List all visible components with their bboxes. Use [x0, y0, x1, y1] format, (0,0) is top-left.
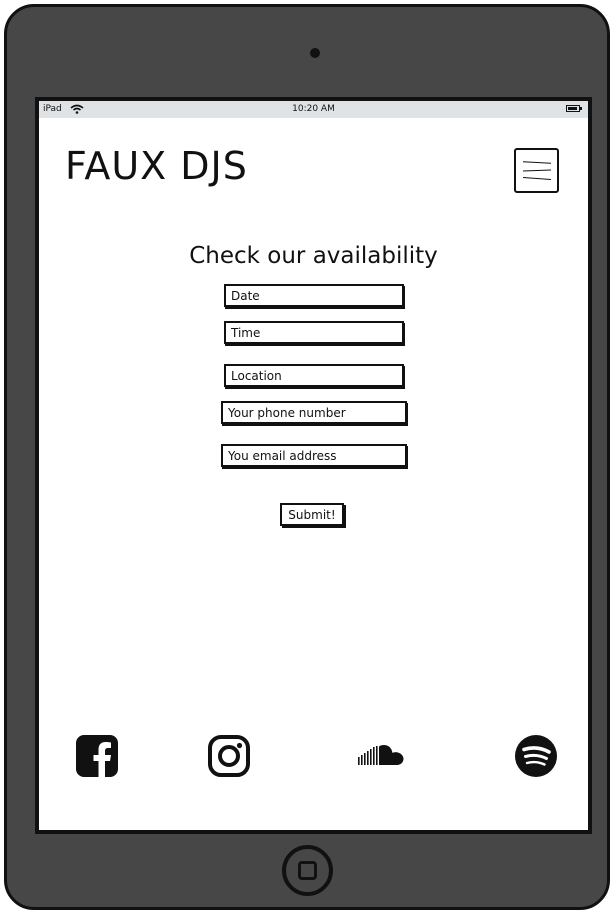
- status-bar: iPad 10:20 AM: [39, 101, 588, 118]
- submit-button[interactable]: Submit!: [280, 503, 344, 526]
- email-field[interactable]: [221, 444, 407, 467]
- hamburger-menu-button[interactable]: [514, 148, 559, 193]
- instagram-icon[interactable]: [207, 734, 251, 778]
- time-field[interactable]: [224, 321, 404, 344]
- screen: iPad 10:20 AM FAUX DJS Check our availab…: [35, 97, 592, 834]
- facebook-icon[interactable]: [75, 734, 119, 778]
- soundcloud-icon[interactable]: [357, 743, 409, 769]
- hamburger-menu-icon-line: [522, 177, 552, 180]
- hamburger-menu-icon: [522, 161, 552, 164]
- form-heading: Check our availability: [189, 243, 438, 269]
- spotify-icon[interactable]: [514, 734, 558, 778]
- battery-icon: [566, 105, 582, 112]
- ipad-device-frame: iPad 10:20 AM FAUX DJS Check our availab…: [4, 4, 610, 910]
- status-time: 10:20 AM: [292, 104, 335, 114]
- location-field[interactable]: [224, 364, 404, 387]
- phone-field[interactable]: [221, 401, 407, 424]
- hamburger-menu-icon-line: [522, 169, 552, 172]
- brand-logo-text[interactable]: FAUX DJS: [65, 147, 248, 185]
- date-field[interactable]: [224, 284, 404, 307]
- home-button[interactable]: [282, 845, 333, 896]
- camera-dot: [310, 48, 320, 58]
